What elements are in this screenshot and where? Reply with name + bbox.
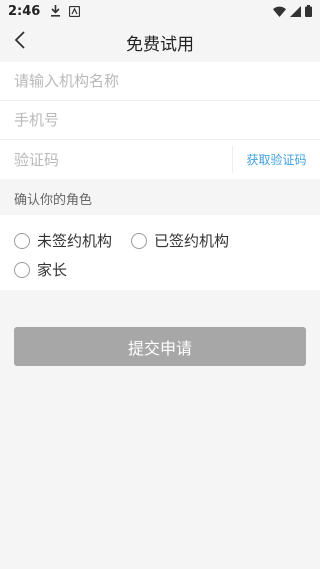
org-name-input[interactable] <box>14 62 320 100</box>
role-option-label: 未签约机构 <box>37 232 113 250</box>
back-button[interactable] <box>6 28 34 56</box>
role-option-label: 已签约机构 <box>154 232 230 250</box>
download-icon <box>50 2 61 21</box>
role-option-signed-org[interactable]: 已签约机构 <box>131 230 229 251</box>
trial-form: 获取验证码 <box>0 62 320 179</box>
role-options: 未签约机构 已签约机构 家长 <box>0 215 320 290</box>
chevron-left-icon <box>14 31 26 53</box>
radio-circle-icon <box>14 261 30 278</box>
get-code-button[interactable]: 获取验证码 <box>232 146 320 173</box>
org-name-field-row <box>0 62 320 101</box>
role-section-header: 确认你的角色 <box>0 182 320 215</box>
phone-input[interactable] <box>14 101 320 139</box>
page-title: 免费试用 <box>126 34 194 55</box>
verification-code-input[interactable] <box>14 140 224 179</box>
role-option-parent[interactable]: 家长 <box>14 259 67 280</box>
role-option-unsigned-org[interactable]: 未签约机构 <box>14 230 112 251</box>
phone-field-row <box>0 101 320 140</box>
code-field-row: 获取验证码 <box>0 140 320 179</box>
role-option-label: 家长 <box>37 261 68 279</box>
status-time: 2:46 <box>8 3 41 19</box>
submit-button[interactable]: 提交申请 <box>14 327 306 366</box>
radio-circle-icon <box>14 232 30 249</box>
radio-circle-icon <box>131 232 147 249</box>
wifi-icon <box>273 2 286 21</box>
signal-icon <box>290 2 301 21</box>
app-notification-icon <box>69 2 81 21</box>
nav-bar: 免费试用 <box>0 22 320 62</box>
battery-icon <box>305 2 312 21</box>
status-bar: 2:46 <box>0 0 320 22</box>
